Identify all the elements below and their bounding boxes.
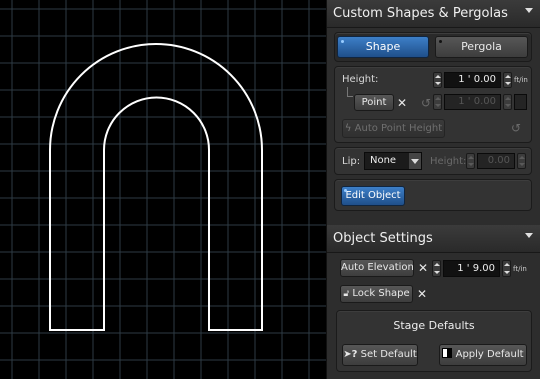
lightning-icon: ϟ	[344, 123, 352, 134]
arch-shape[interactable]	[49, 43, 263, 331]
point-unit-field	[514, 94, 527, 110]
design-canvas[interactable]	[0, 0, 326, 379]
reset-icon: ↺	[421, 96, 432, 110]
canvas-svg[interactable]	[0, 0, 326, 379]
point-input: 1 ' 0.00	[444, 94, 501, 110]
auto-point-height-label: Auto Point Height	[354, 123, 443, 134]
stage-defaults-title: Stage Defaults	[393, 319, 475, 332]
stage-defaults-group: Stage Defaults ➤? Set Default Apply Defa…	[336, 310, 532, 372]
height-input[interactable]: 1 ' 0.00	[444, 72, 501, 88]
elevation-input[interactable]: 1 ' 9.00	[443, 260, 500, 277]
collapse-arrow-icon[interactable]	[525, 8, 533, 13]
point-spinner	[433, 94, 442, 110]
elevation-unit-label: ft/in	[513, 265, 527, 273]
auto-elevation-label: Auto Elevation	[341, 262, 414, 273]
clear-point-icon[interactable]: ✕	[397, 97, 407, 109]
lock-shape-button[interactable]: 🔓︎ Lock Shape	[340, 285, 413, 303]
tab-shape[interactable]: Shape	[337, 36, 429, 58]
lock-shape-label: Lock Shape	[352, 288, 410, 299]
object-settings-header[interactable]: Object Settings	[327, 225, 540, 253]
set-default-button[interactable]: ➤? Set Default	[342, 344, 418, 366]
auto-elevation-button[interactable]: Auto Elevation	[340, 259, 414, 277]
object-settings-title: Object Settings	[333, 231, 433, 246]
edit-indicator-icon	[344, 189, 347, 192]
checker-icon	[442, 348, 453, 358]
point-button-label: Point	[361, 97, 387, 108]
height-unit-label: ft/in	[514, 76, 528, 84]
elevation-spinner[interactable]	[432, 260, 441, 277]
cursor-question-icon: ➤?	[343, 349, 358, 360]
tab-shape-label: Shape	[365, 40, 401, 53]
apply-default-button[interactable]: Apply Default	[439, 344, 527, 366]
edit-object-group: Edit Object	[334, 179, 532, 211]
height-unit-spinner[interactable]	[503, 72, 512, 88]
lock-icon: 🔓︎	[343, 289, 350, 299]
height-spinner[interactable]	[433, 72, 442, 88]
edit-object-button[interactable]: Edit Object	[341, 186, 405, 206]
lip-select[interactable]: None	[364, 152, 422, 170]
lip-height-label: Height:	[430, 156, 467, 167]
edit-object-label: Edit Object	[345, 190, 401, 201]
point-button[interactable]: Point	[354, 94, 394, 111]
custom-shapes-header[interactable]: Custom Shapes & Pergolas	[327, 0, 540, 28]
clear-lock-icon[interactable]: ✕	[417, 288, 427, 300]
height-group: Height: 1 ' 0.00 ft/in Point ✕ ↺ 1 ' 0.0…	[334, 66, 532, 143]
custom-shapes-title: Custom Shapes & Pergolas	[333, 6, 508, 21]
lip-height-unit-spinner	[517, 153, 526, 169]
collapse-arrow-icon[interactable]	[525, 233, 533, 238]
tab-indicator-icon	[341, 40, 344, 43]
canvas-grid	[0, 0, 326, 379]
clear-elevation-icon[interactable]: ✕	[418, 262, 428, 274]
lip-label: Lip:	[342, 156, 361, 167]
lip-height-input: 0.00	[477, 153, 515, 169]
elevation-unit-spinner[interactable]	[502, 260, 511, 277]
tab-pergola-label: Pergola	[461, 40, 502, 53]
tab-pergola[interactable]: Pergola	[435, 36, 528, 58]
chevron-down-icon	[409, 153, 421, 169]
lip-select-value: None	[370, 155, 397, 166]
point-unit-spinner	[503, 94, 512, 110]
set-default-label: Set Default	[360, 349, 417, 360]
apply-default-label: Apply Default	[455, 349, 524, 360]
height-label: Height:	[342, 74, 379, 85]
lip-group: Lip: None Height: 0.00	[334, 147, 532, 175]
shape-type-tabs: Shape Pergola	[334, 32, 532, 62]
properties-panel: Custom Shapes & Pergolas Shape Pergola H…	[326, 0, 540, 379]
lip-height-spinner	[466, 153, 475, 169]
tree-connector	[347, 87, 353, 97]
tab-indicator-icon	[439, 40, 442, 43]
auto-point-height-button: ϟ Auto Point Height	[342, 119, 445, 138]
reset-auto-point-icon: ↺	[511, 121, 522, 135]
